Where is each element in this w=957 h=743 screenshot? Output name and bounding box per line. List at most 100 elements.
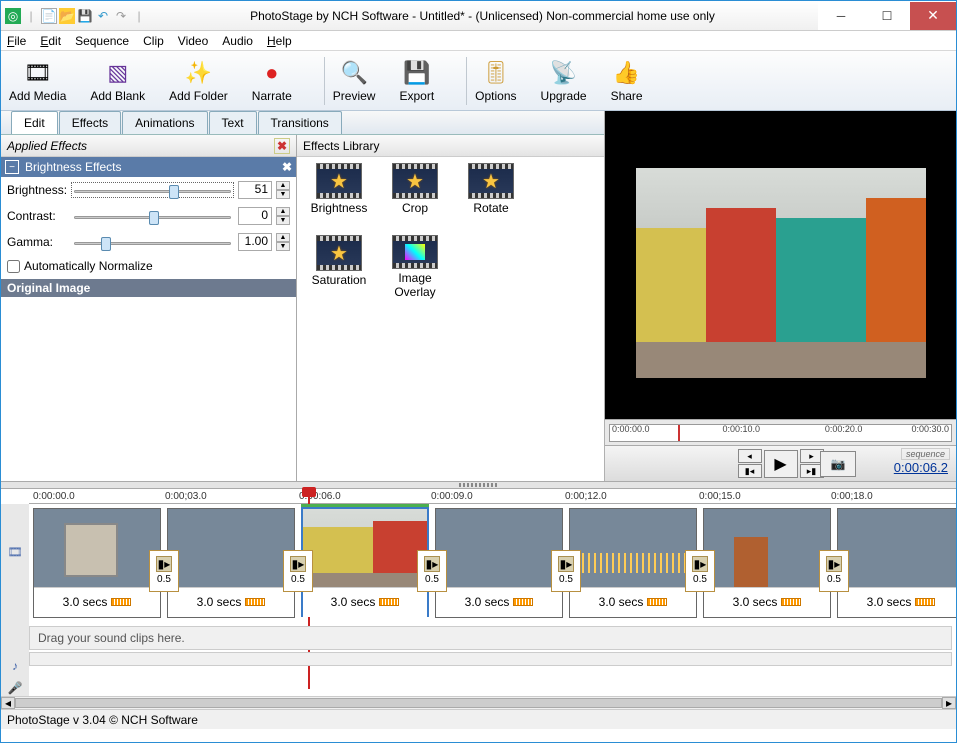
close-effect-icon[interactable]: ✖ (282, 160, 292, 174)
scroll-left-button[interactable]: ◂ (1, 697, 15, 709)
preview-timeline[interactable]: 0:00:00.0 0:00:10.0 0:00:20.0 0:00:30.0 (605, 419, 956, 445)
contrast-spinner[interactable]: ▲▼ (276, 207, 290, 225)
auto-normalize-checkbox[interactable] (7, 260, 20, 273)
first-frame-button[interactable]: ▮◂ (738, 464, 762, 478)
effect-rotate[interactable]: ★Rotate (455, 163, 527, 227)
menu-video[interactable]: Video (178, 34, 208, 48)
share-button[interactable]: 👍Share (611, 59, 643, 103)
transition-marker[interactable]: ▮▸0.5 (819, 550, 849, 592)
share-icon: 👍 (613, 59, 641, 87)
gamma-slider[interactable] (71, 234, 234, 250)
tab-edit[interactable]: Edit (11, 111, 58, 134)
timeline-ruler[interactable]: 0:00:00.0 0:00;03.0 0:00:06.0 0:00:09.0 … (29, 489, 956, 504)
transition-marker[interactable]: ▮▸0.5 (283, 550, 313, 592)
clip-duration: 3.0 secs (303, 587, 427, 617)
mic-track-icon[interactable]: 🎤 (7, 680, 23, 696)
undo-icon[interactable]: ↶ (95, 8, 111, 24)
preview-playhead[interactable] (678, 425, 680, 441)
preview-column: 0:00:00.0 0:00:10.0 0:00:20.0 0:00:30.0 … (605, 111, 956, 481)
save-icon[interactable]: 💾 (77, 8, 93, 24)
timeline-clip[interactable]: 3.0 secs (569, 508, 697, 618)
new-icon[interactable]: 📄 (41, 8, 57, 24)
effect-image-overlay[interactable]: Image Overlay (379, 235, 451, 299)
original-image-row[interactable]: Original Image (1, 279, 296, 297)
prev-frame-button[interactable]: ◂ (738, 449, 762, 463)
menu-edit[interactable]: Edit (40, 34, 61, 48)
redo-icon[interactable]: ↷ (113, 8, 129, 24)
effect-thumb-icon: ★ (392, 163, 438, 199)
menu-audio[interactable]: Audio (222, 34, 253, 48)
audio-track[interactable]: Drag your sound clips here. (29, 626, 952, 650)
audio-track-icon[interactable]: ♪ (7, 658, 23, 674)
transition-duration: 0.5 (291, 574, 305, 585)
transition-duration: 0.5 (425, 574, 439, 585)
brightness-spinner[interactable]: ▲▼ (276, 181, 290, 199)
timeline-clip[interactable]: 3.0 secs (435, 508, 563, 618)
tab-text[interactable]: Text (209, 111, 257, 134)
effect-group-header[interactable]: − Brightness Effects ✖ (1, 157, 296, 177)
contrast-value[interactable]: 0 (238, 207, 272, 225)
narrate-button[interactable]: ●Narrate (252, 59, 292, 103)
toolbar: 🎞Add Media ▧Add Blank ✨Add Folder ●Narra… (1, 51, 956, 111)
current-time[interactable]: 0:00:06.2 (894, 460, 948, 475)
upgrade-button[interactable]: 📡Upgrade (541, 59, 587, 103)
timeline-clip[interactable]: 3.0 secs (837, 508, 956, 618)
scroll-right-button[interactable]: ▸ (942, 697, 956, 709)
scroll-thumb[interactable] (15, 698, 942, 708)
clip-area[interactable]: 3.0 secs ▮▸0.5 3.0 secs ▮▸0.5 3.0 secs ▮… (29, 504, 956, 696)
timeline-clip[interactable]: 3.0 secs (167, 508, 295, 618)
clip-duration: 3.0 secs (168, 587, 294, 617)
clip-thumbnail (303, 509, 427, 587)
export-button[interactable]: 💾Export (399, 59, 434, 103)
menu-clip[interactable]: Clip (143, 34, 164, 48)
menu-help[interactable]: Help (267, 34, 292, 48)
collapse-icon[interactable]: − (5, 160, 19, 174)
effect-caption: Image Overlay (379, 271, 451, 299)
horizontal-splitter[interactable] (1, 481, 956, 489)
preview-image (636, 168, 926, 378)
play-button[interactable]: ▶ (764, 450, 798, 478)
minimize-button[interactable]: ─ (818, 2, 864, 30)
transition-marker[interactable]: ▮▸0.5 (685, 550, 715, 592)
wand-icon: ✨ (184, 59, 212, 87)
preview-timeline-track[interactable]: 0:00:00.0 0:00:10.0 0:00:20.0 0:00:30.0 (609, 424, 952, 442)
toolbar-label: Add Media (9, 89, 66, 103)
tab-animations[interactable]: Animations (122, 111, 207, 134)
transition-marker[interactable]: ▮▸0.5 (417, 550, 447, 592)
snapshot-button[interactable]: 📷 (820, 451, 856, 477)
transition-marker[interactable]: ▮▸0.5 (149, 550, 179, 592)
menu-file[interactable]: File (7, 34, 26, 48)
add-folder-button[interactable]: ✨Add Folder (169, 59, 228, 103)
brightness-slider[interactable] (71, 182, 234, 198)
effect-saturation[interactable]: ★Saturation (303, 235, 375, 299)
preview-time-label: 0:00:10.0 (723, 424, 761, 434)
effect-brightness[interactable]: ★Brightness (303, 163, 375, 227)
close-button[interactable]: ✕ (910, 2, 956, 30)
open-icon[interactable]: 📂 (59, 8, 75, 24)
timeline-scrollbar[interactable]: ◂ ▸ (1, 696, 956, 709)
tab-effects[interactable]: Effects (59, 111, 121, 134)
timeline-clip[interactable]: 3.0 secs (33, 508, 161, 618)
add-blank-button[interactable]: ▧Add Blank (90, 59, 145, 103)
brightness-value[interactable]: 51 (238, 181, 272, 199)
effect-caption: Rotate (473, 201, 508, 215)
menu-sequence[interactable]: Sequence (75, 34, 129, 48)
remove-effect-button[interactable]: ✖ (274, 138, 290, 154)
preview-time-label: 0:00:30.0 (911, 424, 949, 434)
video-track-icon[interactable]: 🎞 (7, 544, 23, 560)
tab-transitions[interactable]: Transitions (258, 111, 342, 134)
window-controls: ─ ☐ ✕ (818, 2, 956, 30)
options-button[interactable]: 🎚Options (475, 59, 516, 103)
contrast-slider[interactable] (71, 208, 234, 224)
narration-track[interactable] (29, 652, 952, 666)
gamma-spinner[interactable]: ▲▼ (276, 233, 290, 251)
gamma-value[interactable]: 1.00 (238, 233, 272, 251)
preview-button[interactable]: 🔍Preview (333, 59, 376, 103)
timeline-clip[interactable]: 3.0 secs (703, 508, 831, 618)
maximize-button[interactable]: ☐ (864, 2, 910, 30)
preview-time-label: 0:00:20.0 (825, 424, 863, 434)
add-media-button[interactable]: 🎞Add Media (9, 59, 66, 103)
transition-marker[interactable]: ▮▸0.5 (551, 550, 581, 592)
effect-crop[interactable]: ★Crop (379, 163, 451, 227)
timeline-clip-selected[interactable]: 3.0 secs (301, 507, 429, 617)
